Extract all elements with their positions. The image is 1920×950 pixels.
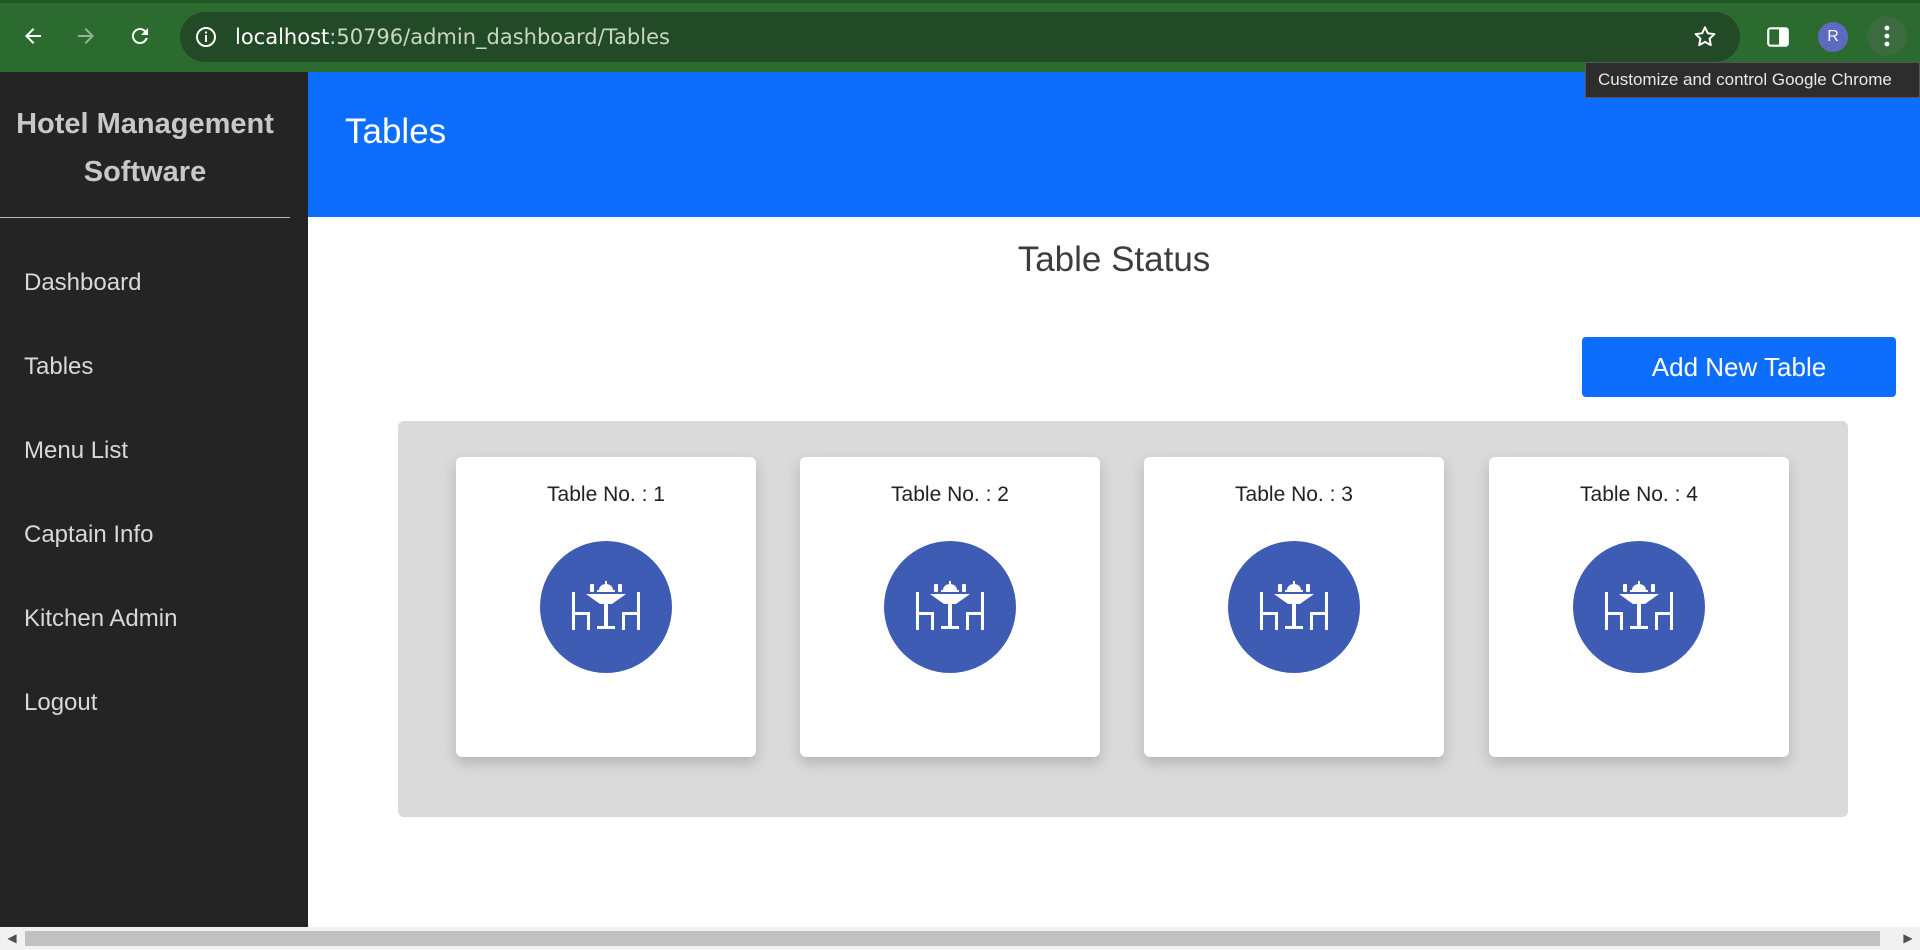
brand-line-2: Software bbox=[83, 156, 207, 188]
sidebar-item-captain-info[interactable]: Captain Info bbox=[24, 521, 153, 549]
tables-panel: Table No. : 1 Table No. : 2 Table No. : … bbox=[398, 421, 1848, 817]
reload-button[interactable] bbox=[124, 20, 156, 52]
side-panel-icon[interactable] bbox=[1765, 24, 1791, 50]
arrow-right-icon bbox=[78, 28, 94, 44]
sidebar-item-logout[interactable]: Logout bbox=[24, 689, 97, 717]
dining-table-icon bbox=[1228, 541, 1360, 673]
dining-table-icon bbox=[1573, 541, 1705, 673]
dining-table-icon bbox=[884, 541, 1016, 673]
bookmark-star-icon[interactable] bbox=[1692, 24, 1718, 50]
table-card-1[interactable]: Table No. : 1 bbox=[456, 457, 756, 757]
sidebar-item-kitchen-admin[interactable]: Kitchen Admin bbox=[24, 605, 177, 633]
info-icon[interactable] bbox=[194, 25, 218, 49]
scroll-left-arrow-icon[interactable]: ◀ bbox=[4, 931, 20, 946]
profile-avatar[interactable]: R bbox=[1818, 22, 1848, 52]
table-label: Table No. : 3 bbox=[1235, 483, 1353, 506]
horizontal-scrollbar[interactable]: ◀ ▶ bbox=[0, 927, 1920, 950]
address-bar[interactable]: localhost:50796/admin_dashboard/Tables bbox=[180, 12, 1740, 62]
tab-strip bbox=[0, 0, 1920, 3]
brand-title: Hotel Management Software bbox=[0, 100, 290, 196]
chrome-menu-button[interactable] bbox=[1867, 16, 1907, 56]
more-vertical-icon bbox=[1884, 25, 1890, 47]
sidebar: Hotel Management Software Dashboard Tabl… bbox=[0, 72, 308, 927]
forward-button[interactable] bbox=[70, 20, 102, 52]
section-title: Table Status bbox=[1017, 240, 1211, 279]
menu-tooltip: Customize and control Google Chrome bbox=[1585, 62, 1920, 98]
scroll-right-arrow-icon[interactable]: ▶ bbox=[1900, 931, 1916, 946]
url-text[interactable]: localhost:50796/admin_dashboard/Tables bbox=[235, 25, 670, 49]
table-label: Table No. : 4 bbox=[1580, 483, 1698, 506]
table-card-2[interactable]: Table No. : 2 bbox=[800, 457, 1100, 757]
sidebar-item-tables[interactable]: Tables bbox=[24, 353, 93, 381]
reload-icon bbox=[131, 28, 148, 45]
table-label: Table No. : 1 bbox=[547, 483, 665, 506]
table-card-4[interactable]: Table No. : 4 bbox=[1489, 457, 1789, 757]
url-host: localhost bbox=[235, 25, 330, 49]
dining-table-icon bbox=[540, 541, 672, 673]
arrow-left-icon bbox=[25, 28, 41, 44]
brand-divider bbox=[0, 217, 290, 218]
table-label: Table No. : 2 bbox=[891, 483, 1009, 506]
table-card-3[interactable]: Table No. : 3 bbox=[1144, 457, 1444, 757]
page-title: Tables bbox=[345, 112, 447, 151]
scrollbar-thumb[interactable] bbox=[25, 931, 1880, 946]
url-path: :50796/admin_dashboard/Tables bbox=[329, 25, 670, 49]
brand-line-1: Hotel Management bbox=[16, 108, 274, 140]
back-button[interactable] bbox=[17, 20, 49, 52]
sidebar-item-menu-list[interactable]: Menu List bbox=[24, 437, 128, 465]
add-new-table-button[interactable]: Add New Table bbox=[1582, 337, 1896, 397]
sidebar-item-dashboard[interactable]: Dashboard bbox=[24, 269, 141, 297]
